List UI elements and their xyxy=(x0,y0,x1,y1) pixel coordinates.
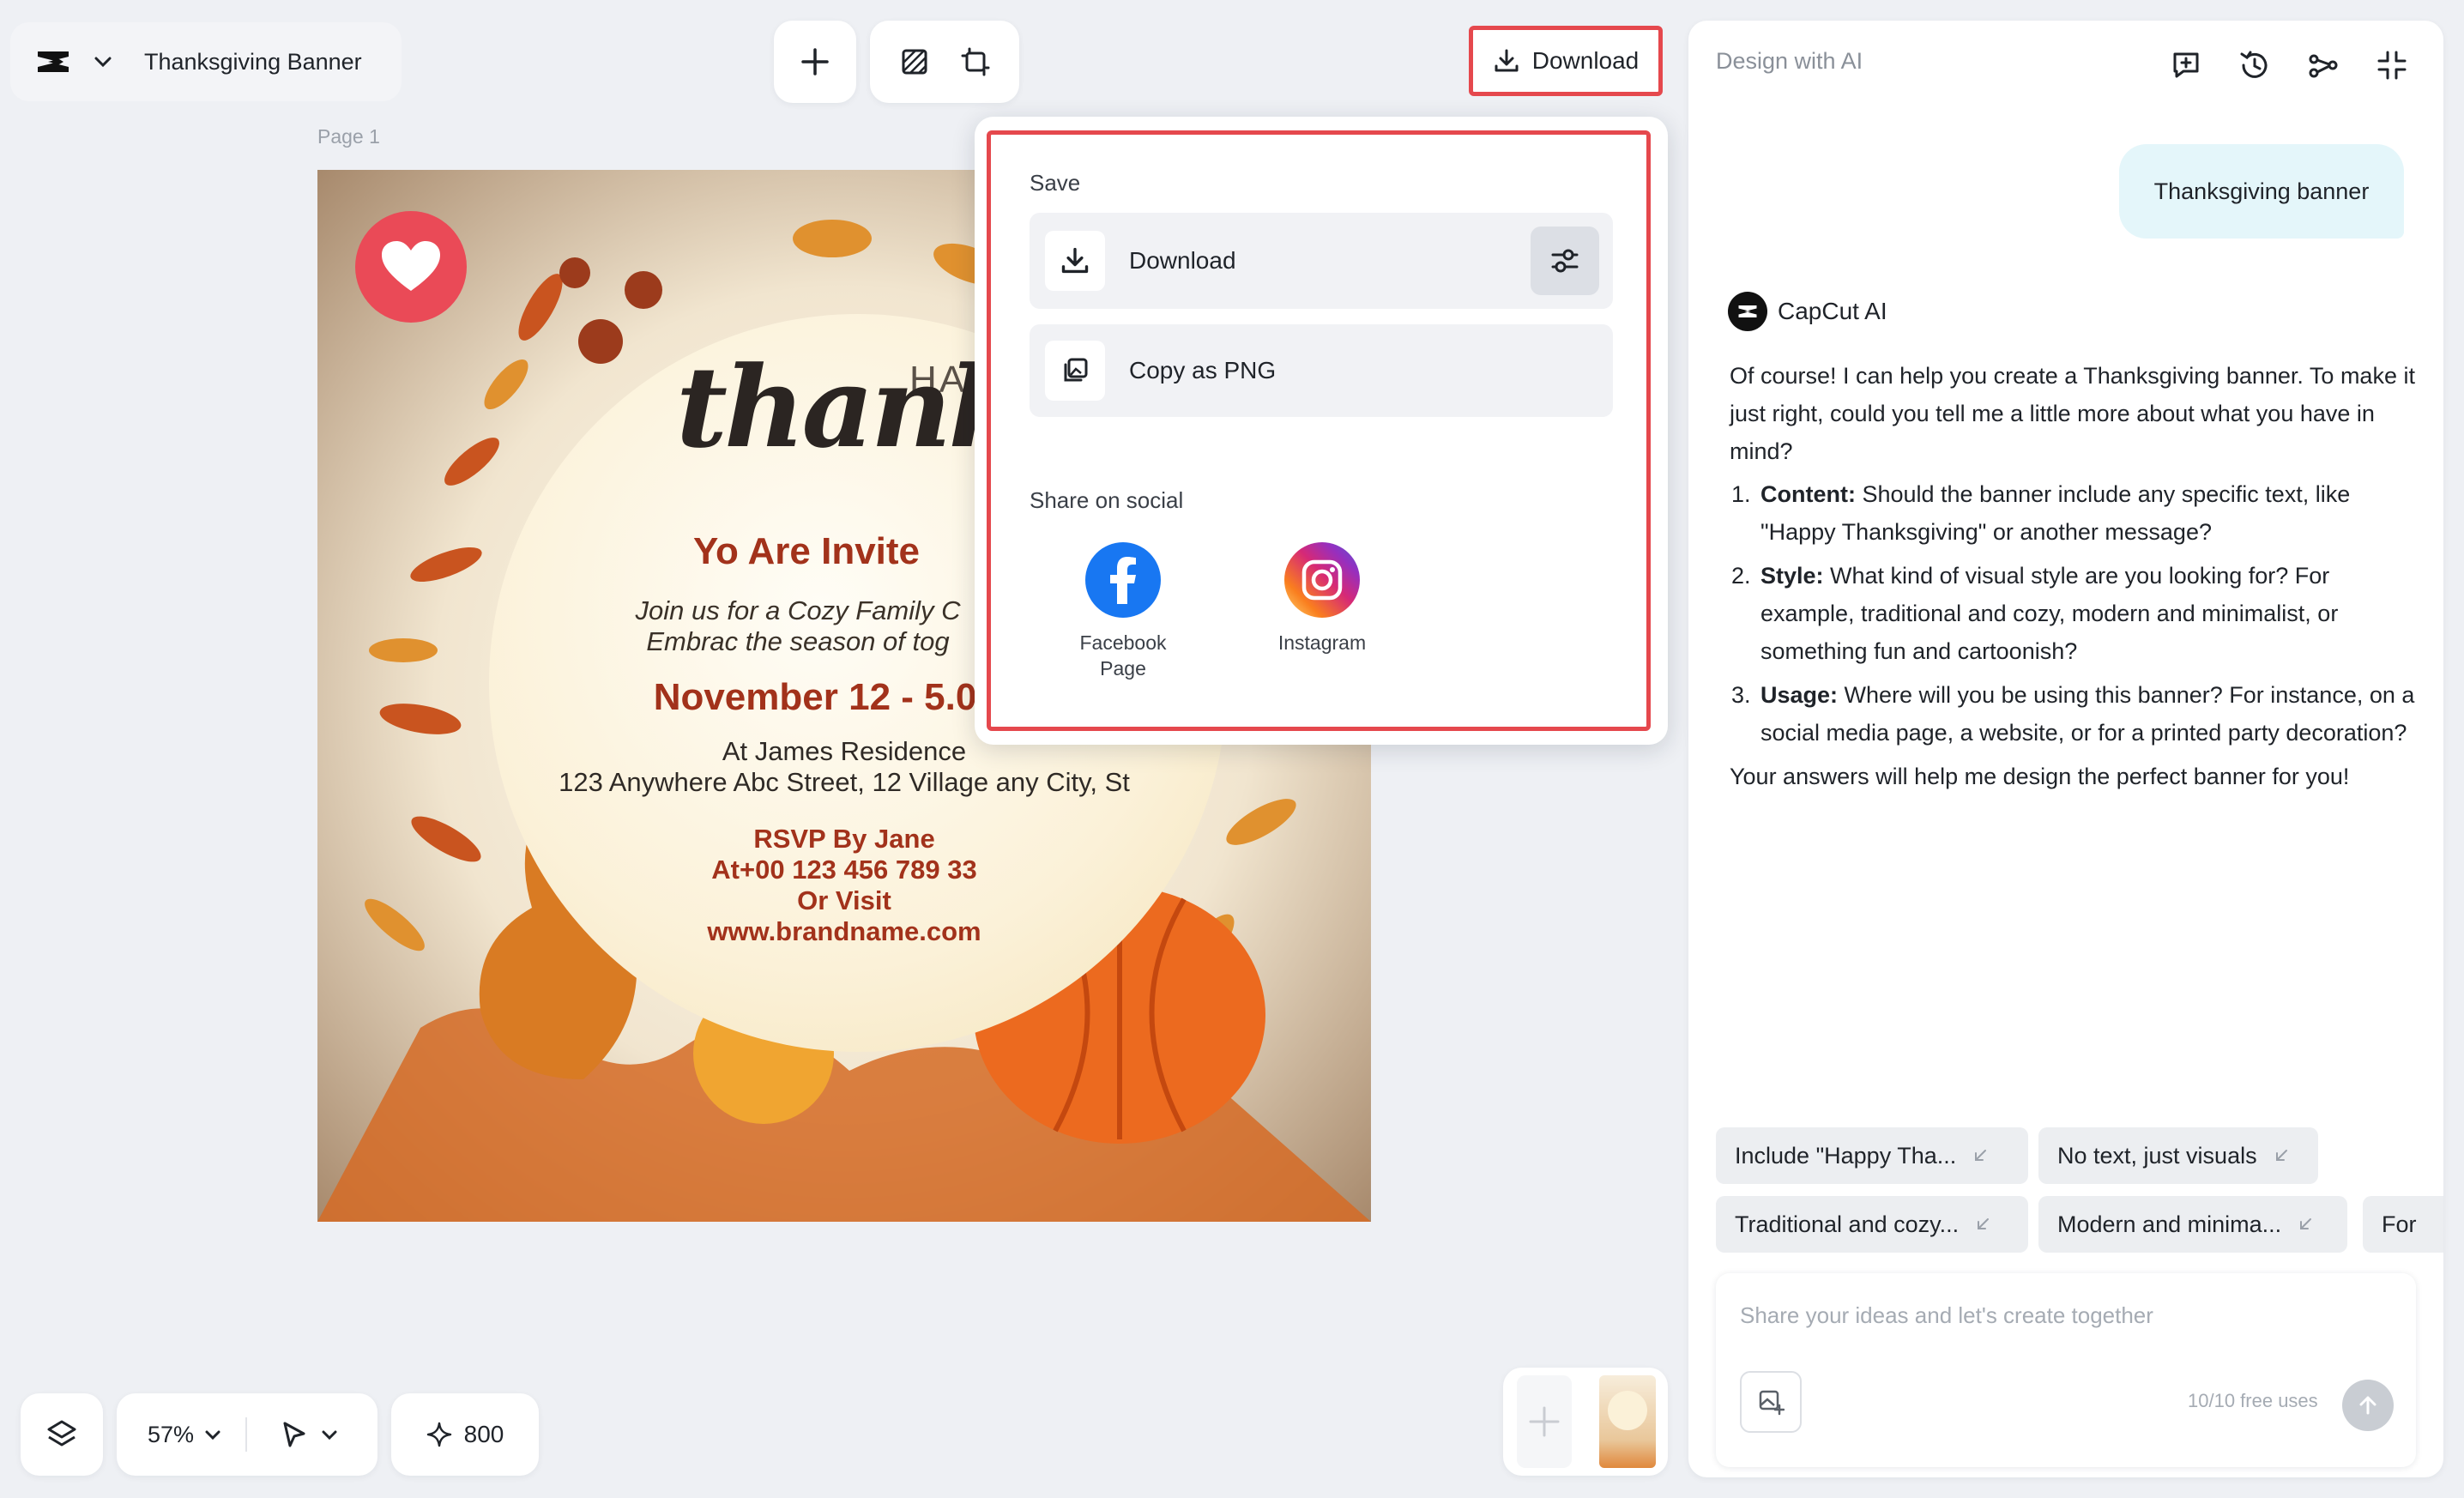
image-upload-button[interactable] xyxy=(1740,1371,1802,1433)
plus-icon xyxy=(801,48,829,76)
suggestion-label: Modern and minima... xyxy=(2057,1211,2282,1237)
instagram-icon xyxy=(1284,542,1360,618)
canvas-tools xyxy=(870,21,1019,103)
project-menu[interactable]: Thanksgiving Banner xyxy=(10,22,402,101)
question-item: Content: Should the banner include any s… xyxy=(1757,475,2416,551)
suggestion-label: No text, just visuals xyxy=(2057,1142,2257,1169)
collapse-icon[interactable] xyxy=(2370,43,2414,88)
capcut-logo-icon xyxy=(33,41,74,82)
favorite-heart-icon[interactable] xyxy=(355,211,467,323)
user-message-bubble: Thanksgiving banner xyxy=(2119,144,2404,239)
user-message-text: Thanksgiving banner xyxy=(2153,178,2370,204)
page-thumbnail[interactable] xyxy=(1599,1375,1656,1468)
history-icon[interactable] xyxy=(2232,43,2277,88)
question-list: Content: Should the banner include any s… xyxy=(1757,475,2416,752)
insert-arrow-icon xyxy=(1975,1150,1987,1161)
sparkle-icon xyxy=(426,1422,451,1447)
suggestion-label: For xyxy=(2382,1211,2417,1237)
download-menu: Save Download Copy as PNG Share on socia… xyxy=(975,117,1668,745)
inv-address: 123 Anywhere Abc Street, 12 Village any … xyxy=(559,767,1130,797)
chevron-down-icon[interactable] xyxy=(319,1424,340,1445)
layers-icon xyxy=(47,1420,76,1447)
download-button-label: Download xyxy=(1531,47,1640,74)
add-element-button[interactable] xyxy=(774,21,856,103)
suggestion-chip[interactable]: No text, just visuals xyxy=(2038,1127,2318,1184)
suggestion-label: Traditional and cozy... xyxy=(1735,1211,1960,1237)
share-instagram-button[interactable]: Instagram xyxy=(1266,542,1378,655)
credits-count: 800 xyxy=(463,1421,504,1447)
question-text: What kind of visual style are you lookin… xyxy=(1760,563,2339,664)
credits-button[interactable]: 800 xyxy=(391,1393,539,1476)
suggestion-chip[interactable]: For xyxy=(2363,1196,2443,1253)
save-section-title: Save xyxy=(1030,170,1081,196)
question-item: Style: What kind of visual style are you… xyxy=(1757,557,2416,670)
assistant-name: CapCut AI xyxy=(1778,298,1887,324)
question-item: Usage: Where will you be using this bann… xyxy=(1757,676,2416,752)
facebook-icon xyxy=(1085,542,1161,618)
chevron-down-icon[interactable] xyxy=(91,50,115,74)
assistant-outro: Your answers will help me design the per… xyxy=(1730,764,2350,789)
suggestion-chip[interactable]: Traditional and cozy... xyxy=(1716,1196,2028,1253)
zoom-level[interactable]: 57% xyxy=(148,1422,194,1448)
download-icon xyxy=(1495,49,1519,72)
copy-image-icon xyxy=(1045,341,1105,401)
workflow-icon[interactable] xyxy=(2301,43,2346,88)
add-page-button[interactable] xyxy=(1517,1375,1572,1468)
insert-arrow-icon xyxy=(2275,1150,2287,1161)
layers-button[interactable] xyxy=(21,1393,103,1476)
inv-website: www.brandname.com xyxy=(707,916,981,946)
page-label: Page 1 xyxy=(317,125,380,148)
chat-input-placeholder: Share your ideas and let's create togeth… xyxy=(1740,1302,2153,1328)
share-section-title: Share on social xyxy=(1030,487,1184,513)
assistant-intro: Of course! I can help you create a Thank… xyxy=(1730,363,2415,464)
copy-as-png-menu-item[interactable]: Copy as PNG xyxy=(1030,324,1613,417)
resize-icon[interactable] xyxy=(961,47,990,76)
inv-phone: At+00 123 456 789 33 xyxy=(711,855,977,885)
chevron-down-icon[interactable] xyxy=(202,1424,223,1445)
download-icon xyxy=(1045,231,1105,291)
question-label: Usage: xyxy=(1760,682,1839,708)
pointer-cursor-icon[interactable] xyxy=(280,1420,309,1449)
question-label: Content: xyxy=(1760,481,1856,507)
suggestion-chip[interactable]: Modern and minima... xyxy=(2038,1196,2347,1253)
suggestion-label: Include "Happy Tha... xyxy=(1735,1142,1957,1169)
sliders-icon xyxy=(1551,249,1579,273)
copy-item-label: Copy as PNG xyxy=(1129,357,1277,384)
free-uses-counter: 10/10 free uses xyxy=(2188,1390,2318,1411)
chat-input[interactable]: Share your ideas and let's create togeth… xyxy=(1716,1273,2416,1467)
zoom-pointer-group: 57% xyxy=(117,1393,377,1476)
facebook-label: Facebook Page xyxy=(1079,631,1167,680)
insert-arrow-icon xyxy=(2300,1218,2312,1229)
add-image-icon xyxy=(1759,1390,1785,1416)
new-chat-icon[interactable] xyxy=(2164,43,2208,88)
document-title[interactable]: Thanksgiving Banner xyxy=(144,49,362,76)
question-text: Where will you be using this banner? For… xyxy=(1760,682,2415,746)
download-item-label: Download xyxy=(1129,247,1236,274)
pages-strip xyxy=(1503,1368,1668,1476)
instagram-label: Instagram xyxy=(1277,631,1367,654)
background-pattern-icon[interactable] xyxy=(900,47,929,76)
assistant-message: Of course! I can help you create a Thank… xyxy=(1730,357,2416,800)
plus-icon xyxy=(1529,1406,1560,1437)
download-settings-button[interactable] xyxy=(1531,227,1599,295)
arrow-up-icon xyxy=(2359,1396,2376,1415)
inv-visit: Or Visit xyxy=(797,885,891,915)
question-label: Style: xyxy=(1760,563,1824,589)
capcut-ai-avatar-icon xyxy=(1728,292,1767,331)
download-menu-item[interactable]: Download xyxy=(1030,213,1613,309)
send-button[interactable] xyxy=(2342,1380,2394,1431)
ai-design-panel: Design with AI Thanksgiving banner CapCu… xyxy=(1688,21,2443,1477)
share-facebook-button[interactable]: Facebook Page xyxy=(1067,542,1179,681)
assistant-header: CapCut AI xyxy=(1728,292,1887,331)
divider xyxy=(245,1417,248,1452)
inv-rsvp: RSVP By Jane xyxy=(753,824,935,854)
suggestion-chip[interactable]: Include "Happy Tha... xyxy=(1716,1127,2028,1184)
thumbnail-circle xyxy=(1608,1391,1647,1430)
insert-arrow-icon xyxy=(1978,1218,1990,1229)
panel-title: Design with AI xyxy=(1716,48,1863,74)
download-button[interactable]: Download xyxy=(1469,26,1663,96)
